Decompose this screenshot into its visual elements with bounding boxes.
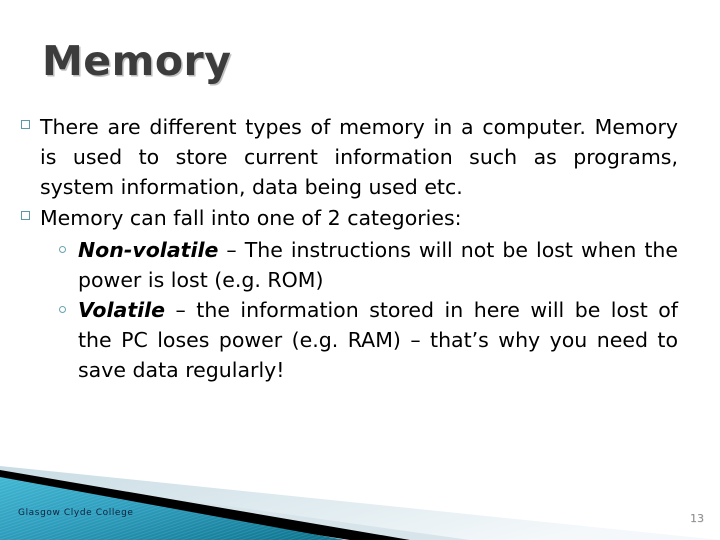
banner-pale-wedge (0, 466, 720, 540)
hollow-square-bullet-icon (21, 211, 30, 221)
banner-pale-wedge-2 (0, 474, 470, 540)
slide-body: There are different types of memory in a… (18, 112, 678, 385)
bullet-item: There are different types of memory in a… (18, 112, 678, 202)
bullet-item: Memory can fall into one of 2 categories… (18, 203, 678, 233)
sub-bullet-term: Volatile (78, 297, 166, 322)
hollow-square-bullet-icon (21, 120, 30, 129)
college-logo-text: Glasgow Clyde College (18, 508, 134, 518)
sub-bullet-term: Non-volatile (78, 237, 219, 262)
bullet-text: Memory can fall into one of 2 categories… (40, 206, 462, 231)
banner-svg (0, 466, 720, 540)
sub-bullet-item: Volatile – the information stored in her… (18, 295, 678, 385)
slide-page-number: 13 (690, 512, 704, 525)
bullet-text: There are different types of memory in a… (40, 115, 678, 200)
sub-bullet-item: Non-volatile – The instructions will not… (18, 235, 678, 295)
sub-bullet-text: Non-volatile – The instructions will not… (78, 235, 678, 295)
banner-black-stripe (0, 470, 410, 540)
slide-canvas: Memory There are different types of memo… (0, 0, 720, 540)
hollow-circle-bullet-icon (59, 305, 66, 313)
sub-bullet-text: Volatile – the information stored in her… (78, 295, 678, 385)
hollow-circle-bullet-icon (59, 245, 66, 253)
footer-banner-graphic (0, 444, 720, 540)
sub-bullet-description: – the information stored in here will be… (78, 297, 678, 382)
slide-title: Memory (42, 37, 232, 85)
